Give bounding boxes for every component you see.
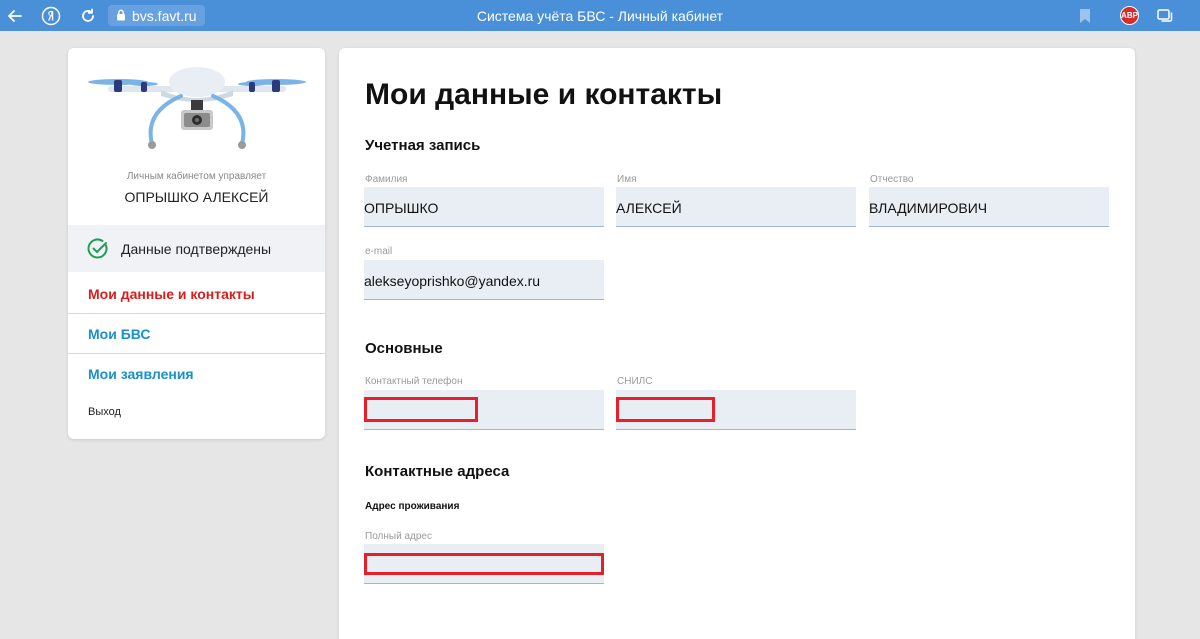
nav-item-label: Мои БВС — [88, 326, 151, 342]
check-circle-icon — [87, 238, 108, 259]
email-field[interactable]: alekseyoprishko@yandex.ru — [364, 260, 604, 300]
redaction-box — [616, 397, 715, 422]
name-value: АЛЕКСЕЙ — [616, 200, 682, 216]
profile-sidebar: Личным кабинетом управляет ОПРЫШКО АЛЕКС… — [68, 48, 325, 439]
drone-illustration — [88, 67, 306, 149]
phone-field[interactable] — [364, 390, 604, 430]
manager-name: ОПРЫШКО АЛЕКСЕЙ — [124, 189, 269, 205]
patronymic-value: ВЛАДИМИРОВИЧ — [869, 200, 988, 216]
snils-field[interactable] — [616, 390, 856, 430]
email-label: e-mail — [365, 246, 393, 257]
section-title-basic: Основные — [365, 340, 443, 357]
phone-label: Контактный телефон — [365, 376, 463, 387]
redaction-box — [364, 553, 604, 575]
redaction-box — [364, 397, 478, 422]
name-field[interactable]: АЛЕКСЕЙ — [616, 187, 856, 227]
name-label: Имя — [617, 174, 637, 185]
full-address-field[interactable] — [364, 544, 604, 584]
manager-caption: Личным кабинетом управляет — [126, 171, 267, 182]
page-title: Мои данные и контакты — [365, 78, 723, 111]
email-value: alekseyoprishko@yandex.ru — [364, 273, 541, 289]
surname-value: ОПРЫШКО — [364, 200, 439, 216]
verification-status: Данные подтверждены — [68, 225, 325, 272]
snils-label: СНИЛС — [617, 376, 653, 387]
patronymic-field[interactable]: ВЛАДИМИРОВИЧ — [869, 187, 1109, 227]
full-address-label: Полный адрес — [365, 531, 432, 542]
surname-label: Фамилия — [365, 174, 408, 185]
nav-item-label: Мои данные и контакты — [88, 286, 255, 302]
patronymic-label: Отчество — [870, 174, 914, 185]
main-content: Мои данные и контакты Учетная запись Фам… — [339, 48, 1135, 639]
adblock-extension-icon[interactable]: ABP — [1120, 6, 1139, 25]
surname-field[interactable]: ОПРЫШКО — [364, 187, 604, 227]
nav-item-my-uas[interactable]: Мои БВС — [68, 314, 325, 354]
logout-link[interactable]: Выход — [88, 406, 121, 418]
section-title-addresses: Контактные адреса — [365, 463, 510, 480]
collections-icon[interactable] — [1154, 5, 1176, 27]
bookmark-icon[interactable] — [1074, 5, 1096, 27]
nav-item-my-data[interactable]: Мои данные и контакты — [68, 274, 325, 314]
nav-item-my-applications[interactable]: Мои заявления — [68, 354, 325, 394]
browser-toolbar: bvs.favt.ru Система учёта БВС - Личный к… — [0, 0, 1200, 31]
section-title-account: Учетная запись — [365, 137, 481, 154]
nav-item-label: Мои заявления — [88, 366, 194, 382]
verification-label: Данные подтверждены — [121, 241, 272, 257]
residence-address-title: Адрес проживания — [365, 501, 460, 512]
window-title: Система учёта БВС - Личный кабинет — [476, 8, 724, 24]
